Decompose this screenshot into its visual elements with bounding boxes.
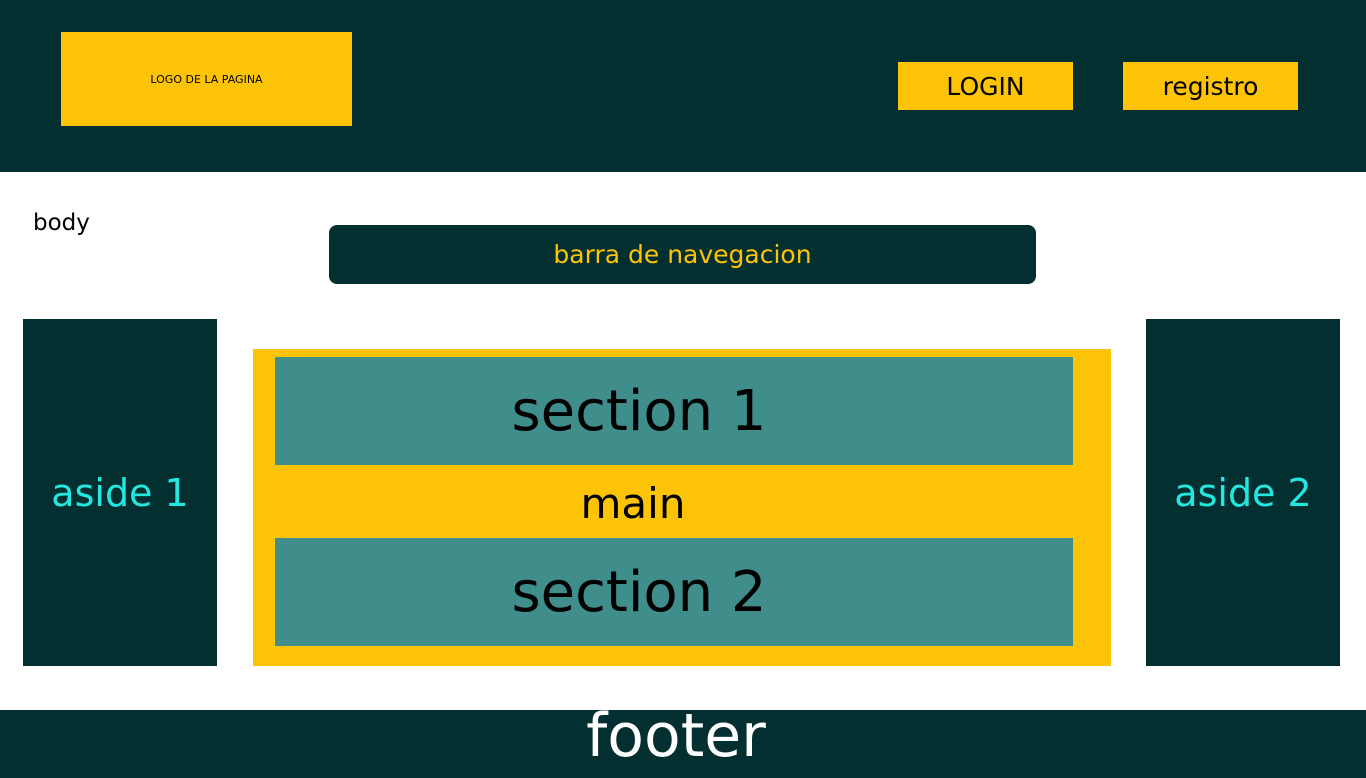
- navigation-bar[interactable]: barra de navegacion: [329, 225, 1036, 284]
- aside-left-label: aside 1: [51, 470, 189, 515]
- section-2: section 2: [275, 538, 1073, 646]
- footer: footer: [0, 710, 1366, 778]
- registro-button-label: registro: [1162, 71, 1259, 101]
- login-button-label: LOGIN: [946, 71, 1025, 101]
- main-label: main: [580, 478, 686, 528]
- registro-button[interactable]: registro: [1123, 62, 1298, 110]
- page-logo[interactable]: LOGO DE LA PAGINA: [61, 32, 352, 126]
- section-1: section 1: [275, 357, 1073, 465]
- aside-right-label: aside 2: [1174, 470, 1312, 515]
- navigation-bar-label: barra de navegacion: [553, 240, 812, 269]
- aside-left: aside 1: [23, 319, 217, 666]
- section-1-label: section 1: [511, 378, 767, 444]
- footer-label: footer: [586, 710, 766, 771]
- aside-right: aside 2: [1146, 319, 1340, 666]
- section-2-label: section 2: [511, 559, 767, 625]
- body-label: body: [33, 210, 90, 236]
- login-button[interactable]: LOGIN: [898, 62, 1073, 110]
- logo-text: LOGO DE LA PAGINA: [150, 72, 263, 86]
